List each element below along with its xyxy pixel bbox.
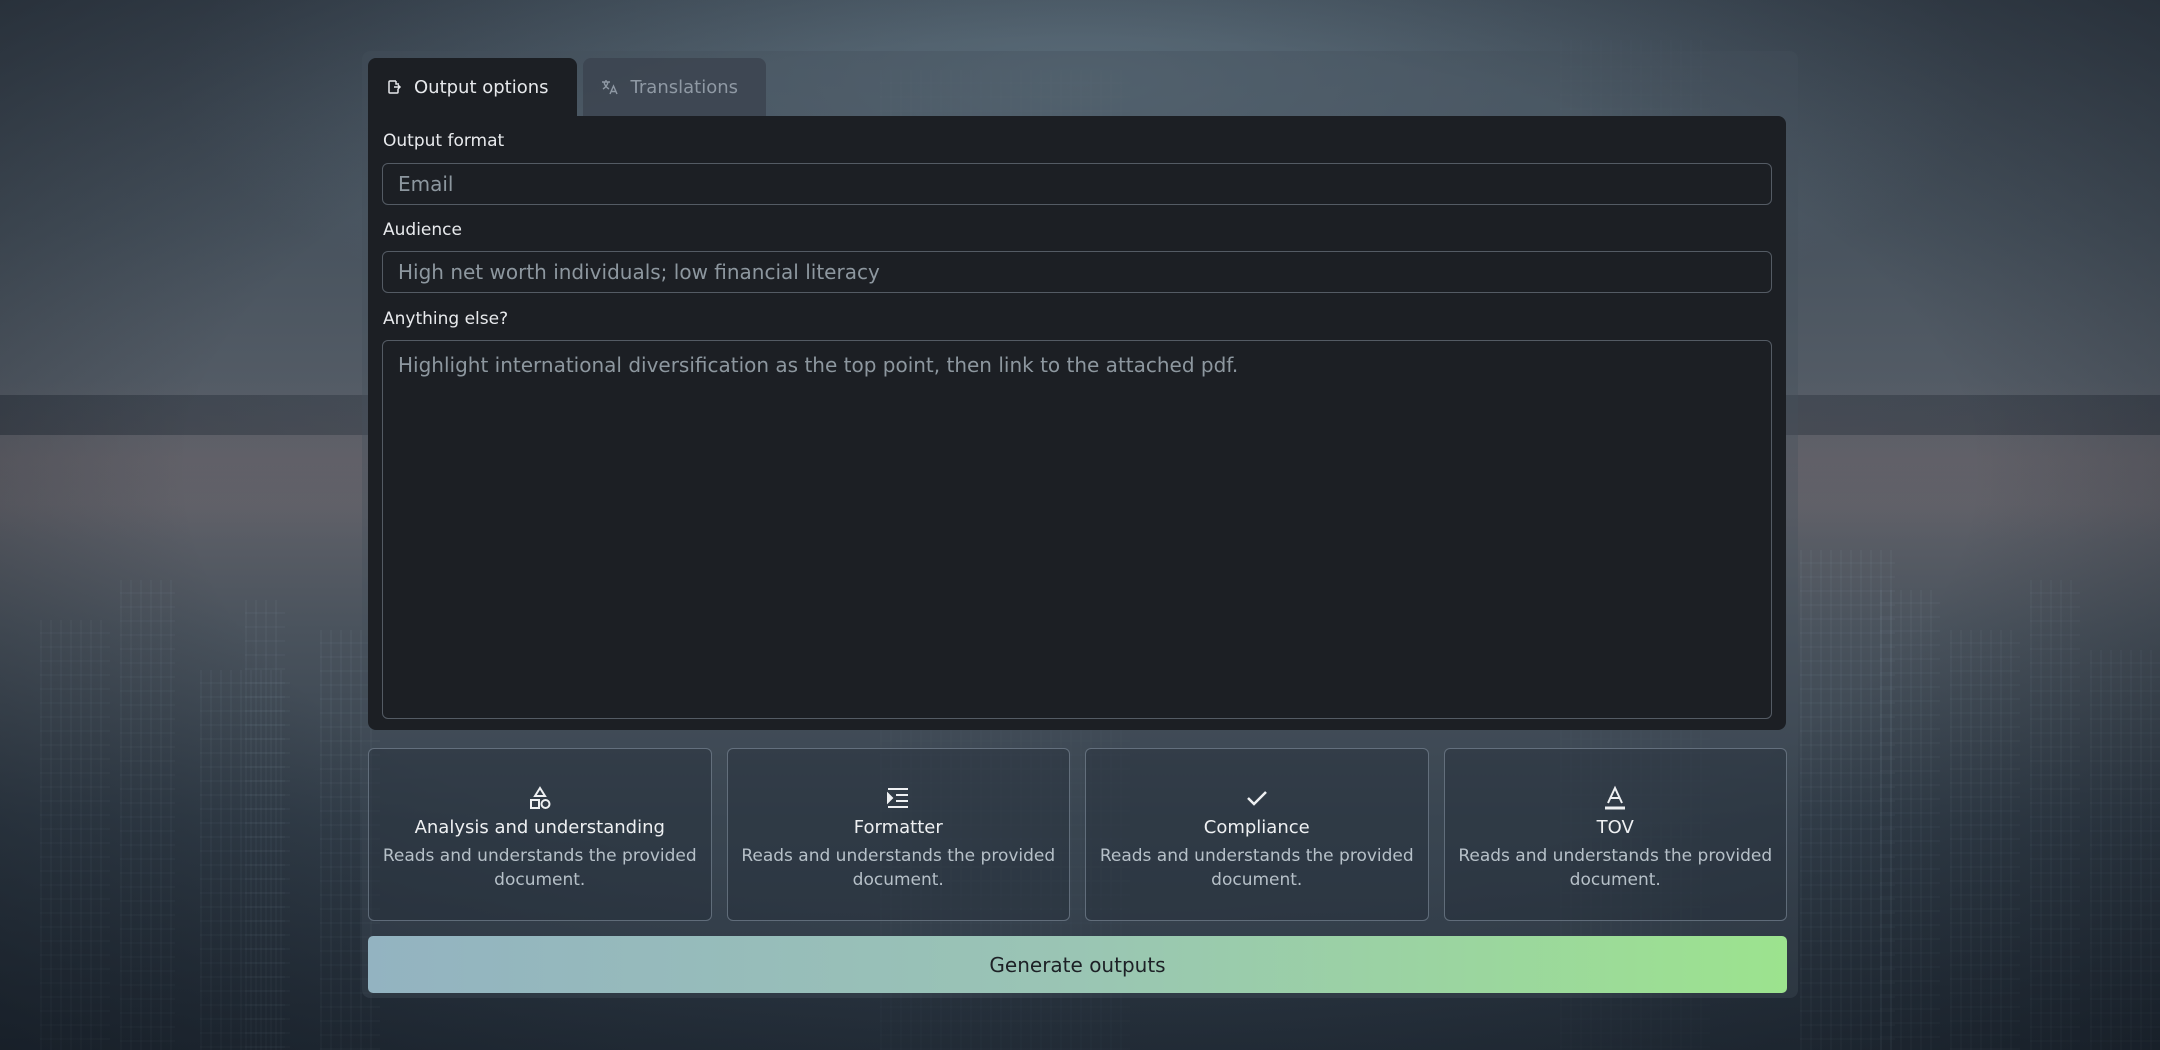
agent-card-title: Analysis and understanding <box>414 817 665 838</box>
agent-card-title: Compliance <box>1203 817 1310 838</box>
agent-card-title: Formatter <box>853 817 943 838</box>
agent-card-analysis[interactable]: Analysis and understanding Reads and und… <box>368 748 712 921</box>
agent-card-description: Reads and understands the provided docum… <box>1458 846 1773 890</box>
agent-card-description: Reads and understands the provided docum… <box>382 846 697 890</box>
shapes-icon <box>527 785 553 811</box>
indent-icon <box>885 785 911 811</box>
translate-icon <box>601 79 619 95</box>
generate-outputs-button[interactable]: Generate outputs <box>368 936 1787 993</box>
agent-cards: Analysis and understanding Reads and und… <box>368 748 1787 921</box>
agent-card-compliance[interactable]: Compliance Reads and understands the pro… <box>1085 748 1429 921</box>
tab-label: Output options <box>414 76 549 98</box>
anything-else-label: Anything else? <box>383 309 509 329</box>
file-export-icon <box>386 79 402 95</box>
anything-else-textarea[interactable] <box>382 340 1772 719</box>
agent-card-description: Reads and understands the provided docum… <box>741 846 1056 890</box>
tab-label: Translations <box>630 76 739 98</box>
output-panel: Output options Translations Output forma… <box>362 51 1798 998</box>
tab-bar: Output options Translations <box>368 58 767 116</box>
agent-card-description: Reads and understands the provided docum… <box>1099 846 1414 890</box>
agent-card-tov[interactable]: TOV Reads and understands the provided d… <box>1443 748 1787 921</box>
tab-translations[interactable]: Translations <box>582 58 767 116</box>
audience-label: Audience <box>383 220 462 240</box>
check-icon <box>1244 785 1270 811</box>
output-format-input[interactable] <box>382 163 1772 205</box>
tab-output-options[interactable]: Output options <box>368 58 577 116</box>
text-color-icon <box>1602 785 1628 811</box>
agent-card-formatter[interactable]: Formatter Reads and understands the prov… <box>726 748 1070 921</box>
output-format-label: Output format <box>383 131 505 151</box>
audience-input[interactable] <box>382 251 1772 293</box>
agent-card-title: TOV <box>1596 817 1634 838</box>
output-options-form: Output format Audience Anything else? <box>368 116 1786 730</box>
